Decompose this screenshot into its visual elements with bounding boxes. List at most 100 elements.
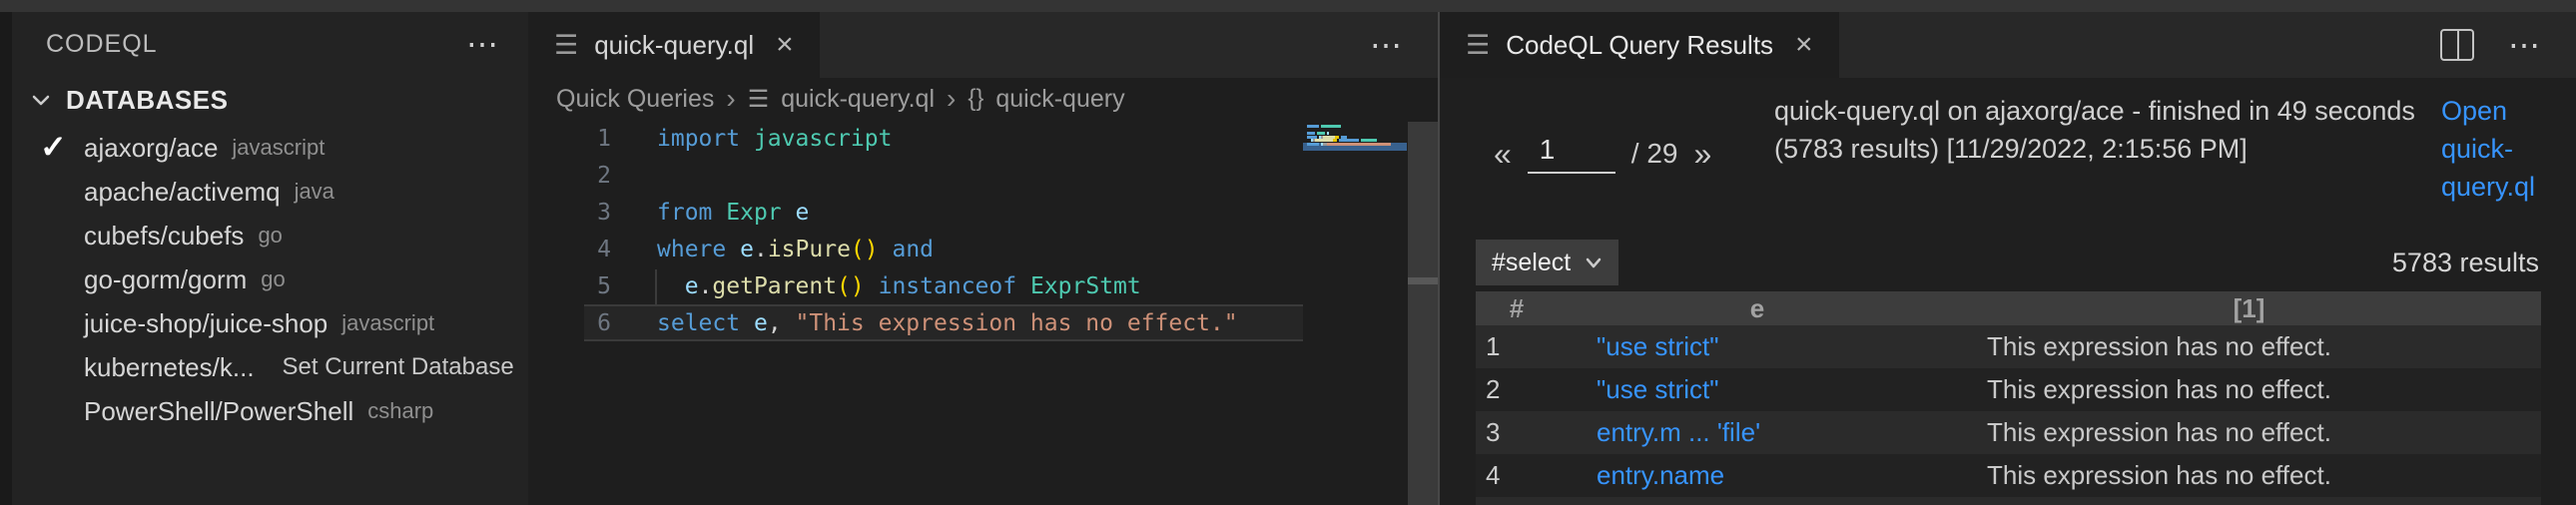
symbol-braces-icon: {} — [967, 85, 984, 112]
database-item[interactable]: juice-shop/juice-shop javascript — [12, 301, 528, 345]
code-token: Expr — [726, 199, 782, 226]
minimap[interactable] — [1303, 122, 1407, 182]
chevron-right-icon: › — [726, 83, 736, 114]
code-token: javascript — [753, 125, 893, 152]
database-item[interactable]: apache/activemq java — [12, 170, 528, 214]
code-editor[interactable]: 1 import javascript 2 3 from Expr e 4 where e.… — [528, 120, 1438, 505]
code-token: select — [657, 309, 741, 336]
chevron-right-icon: › — [947, 83, 957, 114]
result-message: This expression has no effect. — [1987, 460, 2331, 490]
database-language: go — [258, 223, 283, 248]
code-token: isPure — [767, 236, 851, 262]
code-line: 6 select e, "This expression has no effec… — [528, 304, 1438, 341]
editor-scrollbar[interactable] — [1408, 122, 1438, 505]
breadcrumb-root[interactable]: Quick Queries — [556, 85, 714, 114]
database-item[interactable]: PowerShell/PowerShell csharp — [12, 389, 528, 433]
breadcrumb-file[interactable]: quick-query.ql — [781, 85, 935, 114]
query-summary: quick-query.ql on ajaxorg/ace - finished… — [1774, 96, 2415, 164]
breadcrumb-symbol[interactable]: quick-query — [995, 85, 1124, 114]
result-set-dropdown[interactable]: #select — [1476, 240, 1619, 285]
editor-group: ☰ quick-query.ql × ⋯ Quick Queries › ☰ q… — [528, 12, 1438, 505]
open-query-link[interactable]: Open quick-query.ql — [2441, 92, 2571, 206]
split-editor-icon[interactable] — [2440, 29, 2474, 61]
code-text: select e, "This expression has no effect… — [657, 310, 1238, 336]
code-token: . — [753, 236, 768, 262]
database-list: ✓ ajaxorg/ace javascript apache/activemq jav… — [12, 126, 528, 433]
column-header: [1] — [2233, 292, 2265, 323]
code-lines: 1 import javascript 2 3 from Expr e 4 where e.… — [528, 120, 1438, 341]
table-header: # e [1] — [1476, 291, 2541, 325]
file-list-icon: ☰ — [1466, 29, 1491, 60]
code-token: e — [684, 272, 699, 299]
previous-page-icon[interactable]: « — [1494, 136, 1512, 173]
close-icon[interactable]: × — [776, 28, 794, 62]
result-link[interactable]: entry.m ... 'file' — [1558, 417, 1957, 448]
code-text: where e.isPure() and — [657, 237, 934, 262]
file-list-icon: ☰ — [554, 29, 579, 60]
code-token: e — [795, 199, 810, 226]
database-language: javascript — [232, 135, 325, 160]
table-row: 4 entry.name This expression has no effect… — [1476, 454, 2541, 497]
sidebar-more-actions-icon[interactable]: ⋯ — [466, 28, 498, 60]
database-language: csharp — [367, 398, 434, 423]
code-token: "This expression has no effect." — [795, 309, 1238, 336]
breadcrumb: Quick Queries › ☰ quick-query.ql › {} qu… — [528, 78, 1438, 120]
database-name: apache/activemq — [84, 176, 281, 207]
database-name: kubernetes/k... — [84, 351, 255, 382]
result-set-label: #select — [1492, 248, 1572, 276]
result-link[interactable]: entry.name — [1558, 460, 1957, 491]
database-name: PowerShell/PowerShell — [84, 395, 354, 426]
tab-label: quick-query.ql — [594, 29, 755, 60]
editor-more-actions-icon[interactable]: ⋯ — [1370, 26, 1402, 64]
results-more-actions-icon[interactable]: ⋯ — [2508, 26, 2540, 64]
databases-section-header[interactable]: DATABASES — [12, 76, 528, 124]
database-language: java — [294, 179, 334, 204]
tab-quick-query[interactable]: ☰ quick-query.ql × — [528, 12, 820, 78]
close-icon[interactable]: × — [1795, 28, 1813, 62]
results-table: # e [1] 1 "use strict" This expression has n… — [1476, 291, 2541, 505]
minimap-line — [1307, 142, 1407, 146]
line-number: 2 — [597, 162, 611, 189]
codeql-sidebar: CODEQL ⋯ DATABASES ✓ ajaxorg/ace javascrip… — [12, 12, 528, 505]
set-current-database-action[interactable]: Set Current Database — [283, 353, 514, 381]
chevron-down-icon — [1583, 252, 1605, 273]
query-results-panel: ☰ CodeQL Query Results × ⋯ « 1 / 29 » qu… — [1438, 12, 2576, 505]
next-page-icon[interactable]: » — [1694, 136, 1712, 173]
page-number-input[interactable]: 1 — [1527, 134, 1615, 174]
tab-label: CodeQL Query Results — [1506, 29, 1774, 60]
code-line: 4 where e.isPure() and — [528, 231, 1438, 267]
databases-section-label: DATABASES — [66, 84, 229, 115]
database-item[interactable]: ✓ ajaxorg/ace javascript — [12, 126, 528, 170]
result-link[interactable]: "use strict" — [1558, 331, 1957, 362]
column-header: # — [1509, 292, 1525, 323]
result-message: This expression has no effect. — [1987, 417, 2331, 447]
database-item[interactable]: kubernetes/k... Set Current Database — [12, 345, 528, 389]
sidebar-title: CODEQL — [46, 29, 158, 58]
code-token: import — [657, 125, 741, 152]
result-link[interactable]: "use strict" — [1558, 374, 1957, 405]
line-number: 3 — [597, 199, 611, 226]
database-item[interactable]: cubefs/cubefs go — [12, 214, 528, 257]
scrollbar-marker — [1408, 277, 1438, 284]
database-name: ajaxorg/ace — [84, 132, 219, 163]
code-token: () — [850, 236, 879, 262]
results-tab-bar: ☰ CodeQL Query Results × ⋯ — [1440, 12, 2576, 78]
results-content: « 1 / 29 » quick-query.ql on ajaxorg/ace… — [1440, 78, 2576, 505]
database-item[interactable]: go-gorm/gorm go — [12, 257, 528, 301]
code-token: , — [767, 309, 796, 336]
row-number: 2 — [1486, 374, 1501, 404]
sidebar-header: CODEQL ⋯ — [12, 12, 528, 76]
code-token: () — [837, 272, 865, 299]
pagination: « 1 / 29 » — [1494, 134, 1711, 174]
tab-codeql-query-results[interactable]: ☰ CodeQL Query Results × — [1440, 12, 1839, 78]
database-name: go-gorm/gorm — [84, 263, 248, 294]
code-token: instanceof — [878, 272, 1017, 299]
minimap-token — [1327, 142, 1391, 146]
table-row: 3 entry.m ... 'file' This expression has n… — [1476, 411, 2541, 454]
